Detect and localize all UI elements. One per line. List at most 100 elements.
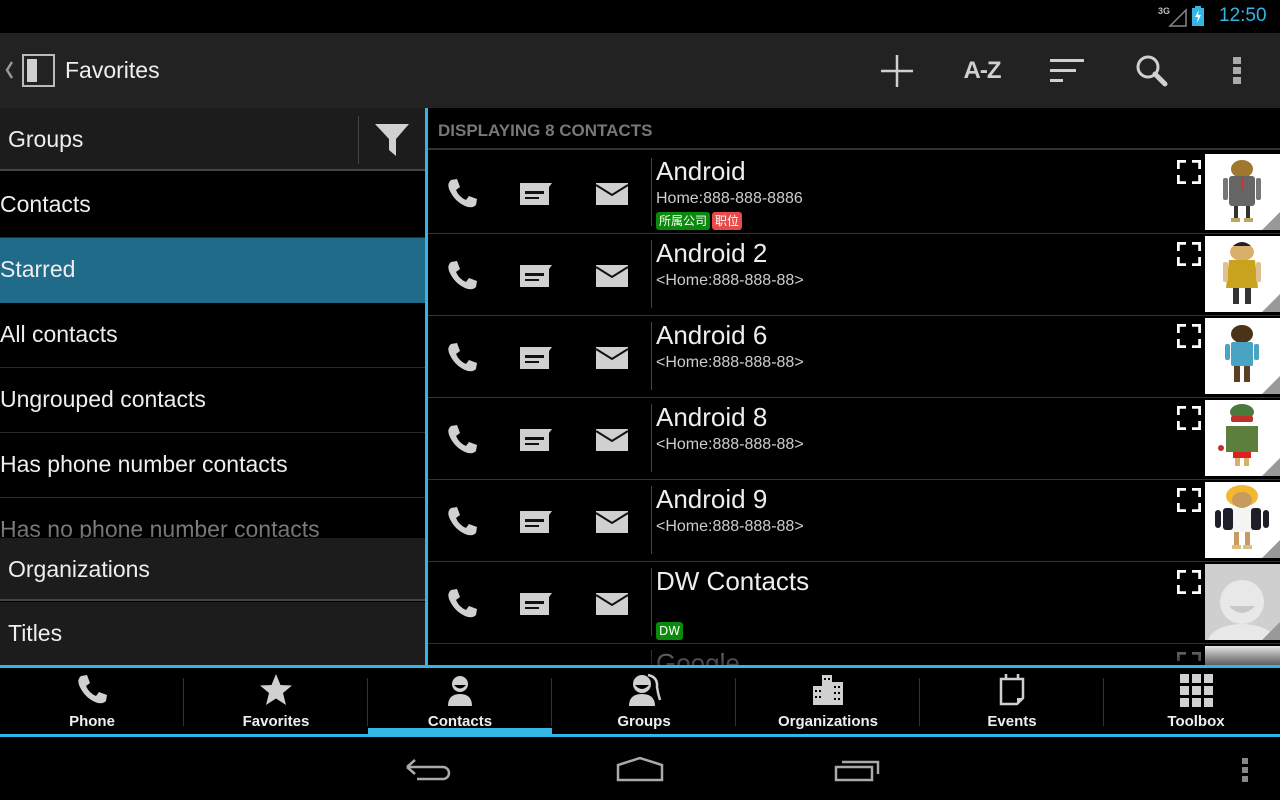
add-contact-button[interactable] [862,33,932,108]
tab-label: Organizations [777,713,878,730]
divider [358,116,359,164]
group-item-label: Has phone number contacts [0,451,288,477]
contact-row[interactable]: Android 8 <Home:888-888-88> [428,398,1280,480]
contact-row[interactable]: Android 9 <Home:888-888-88> [428,480,1280,562]
contact-row[interactable]: DW Contacts DW [428,562,1280,644]
quick-contact-expand-icon[interactable] [1176,405,1202,431]
action-bar: Favorites A-Z [0,33,1280,108]
call-icon[interactable] [444,422,480,458]
group-item-starred[interactable]: Starred [0,238,425,303]
divider [651,240,652,308]
group-item-all-contacts[interactable]: All contacts [0,303,425,368]
tab-organizations[interactable]: Organizations [736,668,920,734]
call-icon[interactable] [444,176,480,212]
contact-name[interactable]: DW Contacts [656,566,809,597]
buildings-icon [810,672,846,708]
photo-corner [1262,212,1280,230]
sort-az-button[interactable]: A-Z [947,33,1017,108]
call-icon[interactable] [444,258,480,294]
contact-photo[interactable] [1205,318,1280,394]
email-icon[interactable] [594,586,630,622]
groups-header[interactable]: Groups [0,108,425,171]
scroll-fade [0,508,425,538]
group-list: Contacts Starred All contacts Ungrouped … [0,173,425,563]
home-icon[interactable] [610,750,670,790]
contacts-panel: DISPLAYING 8 CONTACTS Android Home:888-8… [428,108,1280,665]
contact-phone: <Home:888-888-88> [656,518,804,535]
contact-row[interactable]: Android Home:888-888-8886 所属公司 职位 [428,152,1280,234]
phone-icon [74,672,110,708]
back-icon[interactable] [395,750,455,790]
tab-favorites[interactable]: Favorites [184,668,368,734]
tab-events[interactable]: Events [920,668,1104,734]
divider [651,568,652,636]
scroll-fade [428,642,1280,665]
overflow-menu-icon [1233,56,1241,84]
contact-tags: 所属公司 职位 [656,212,743,230]
contact-name[interactable]: Android [656,156,746,187]
call-icon[interactable] [444,504,480,540]
search-icon [1136,55,1168,86]
contact-photo[interactable] [1205,236,1280,312]
email-icon[interactable] [594,258,630,294]
system-nav-bar [0,740,1280,800]
star-icon [258,672,294,708]
group-item-ungrouped[interactable]: Ungrouped contacts [0,368,425,433]
contact-name[interactable]: Android 2 [656,238,767,269]
email-icon[interactable] [594,422,630,458]
email-icon[interactable] [594,340,630,376]
up-caret-icon[interactable] [4,59,14,81]
call-icon[interactable] [444,340,480,376]
contact-name[interactable]: Android 9 [656,484,767,515]
email-icon[interactable] [594,504,630,540]
email-icon[interactable] [594,176,630,212]
status-bar: 3G 12:50 [0,0,1280,33]
groups-header-label: Groups [8,126,84,152]
section-organizations[interactable]: Organizations [0,538,425,601]
contact-row[interactable]: Android 6 <Home:888-888-88> [428,316,1280,398]
contact-row[interactable]: Android 2 <Home:888-888-88> [428,234,1280,316]
group-item-contacts[interactable]: Contacts [0,173,425,238]
filter-icon[interactable] [374,122,410,158]
tab-toolbox[interactable]: Toolbox [1104,668,1280,734]
tab-contacts[interactable]: Contacts [368,668,552,734]
tab-groups[interactable]: Groups [552,668,736,734]
photo-corner [1262,294,1280,312]
message-icon[interactable] [518,258,554,294]
quick-contact-expand-icon[interactable] [1176,159,1202,185]
message-icon[interactable] [518,176,554,212]
search-button[interactable] [1117,33,1187,108]
contact-name[interactable]: Android 6 [656,320,767,351]
contact-photo[interactable] [1205,482,1280,558]
contacts-count-header: DISPLAYING 8 CONTACTS [428,108,1280,150]
quick-contact-expand-icon[interactable] [1176,487,1202,513]
section-titles[interactable]: Titles [0,602,425,665]
recents-icon[interactable] [828,750,888,790]
overflow-menu-icon[interactable] [1240,757,1250,783]
sort-button[interactable] [1032,33,1102,108]
call-icon[interactable] [444,586,480,622]
message-icon[interactable] [518,340,554,376]
divider [651,486,652,554]
quick-contact-expand-icon[interactable] [1176,323,1202,349]
quick-contact-expand-icon[interactable] [1176,241,1202,267]
divider [651,404,652,472]
contact-photo[interactable] [1205,564,1280,640]
page-title[interactable]: Favorites [65,57,160,84]
tab-phone[interactable]: Phone [0,668,184,734]
contact-phone: <Home:888-888-88> [656,436,804,453]
quick-contact-expand-icon[interactable] [1176,569,1202,595]
az-icon: A-Z [963,56,1002,84]
app-logo-icon[interactable] [22,54,55,87]
contact-name[interactable]: Android 8 [656,402,767,433]
overflow-menu-button[interactable] [1202,33,1272,108]
contact-photo[interactable] [1205,400,1280,476]
message-icon[interactable] [518,422,554,458]
group-item-label: Ungrouped contacts [0,386,206,412]
message-icon[interactable] [518,504,554,540]
contact-tag: 所属公司 [656,212,711,230]
contact-photo[interactable] [1205,154,1280,230]
message-icon[interactable] [518,586,554,622]
group-item-label: All contacts [0,321,118,347]
group-item-has-phone[interactable]: Has phone number contacts [0,433,425,498]
